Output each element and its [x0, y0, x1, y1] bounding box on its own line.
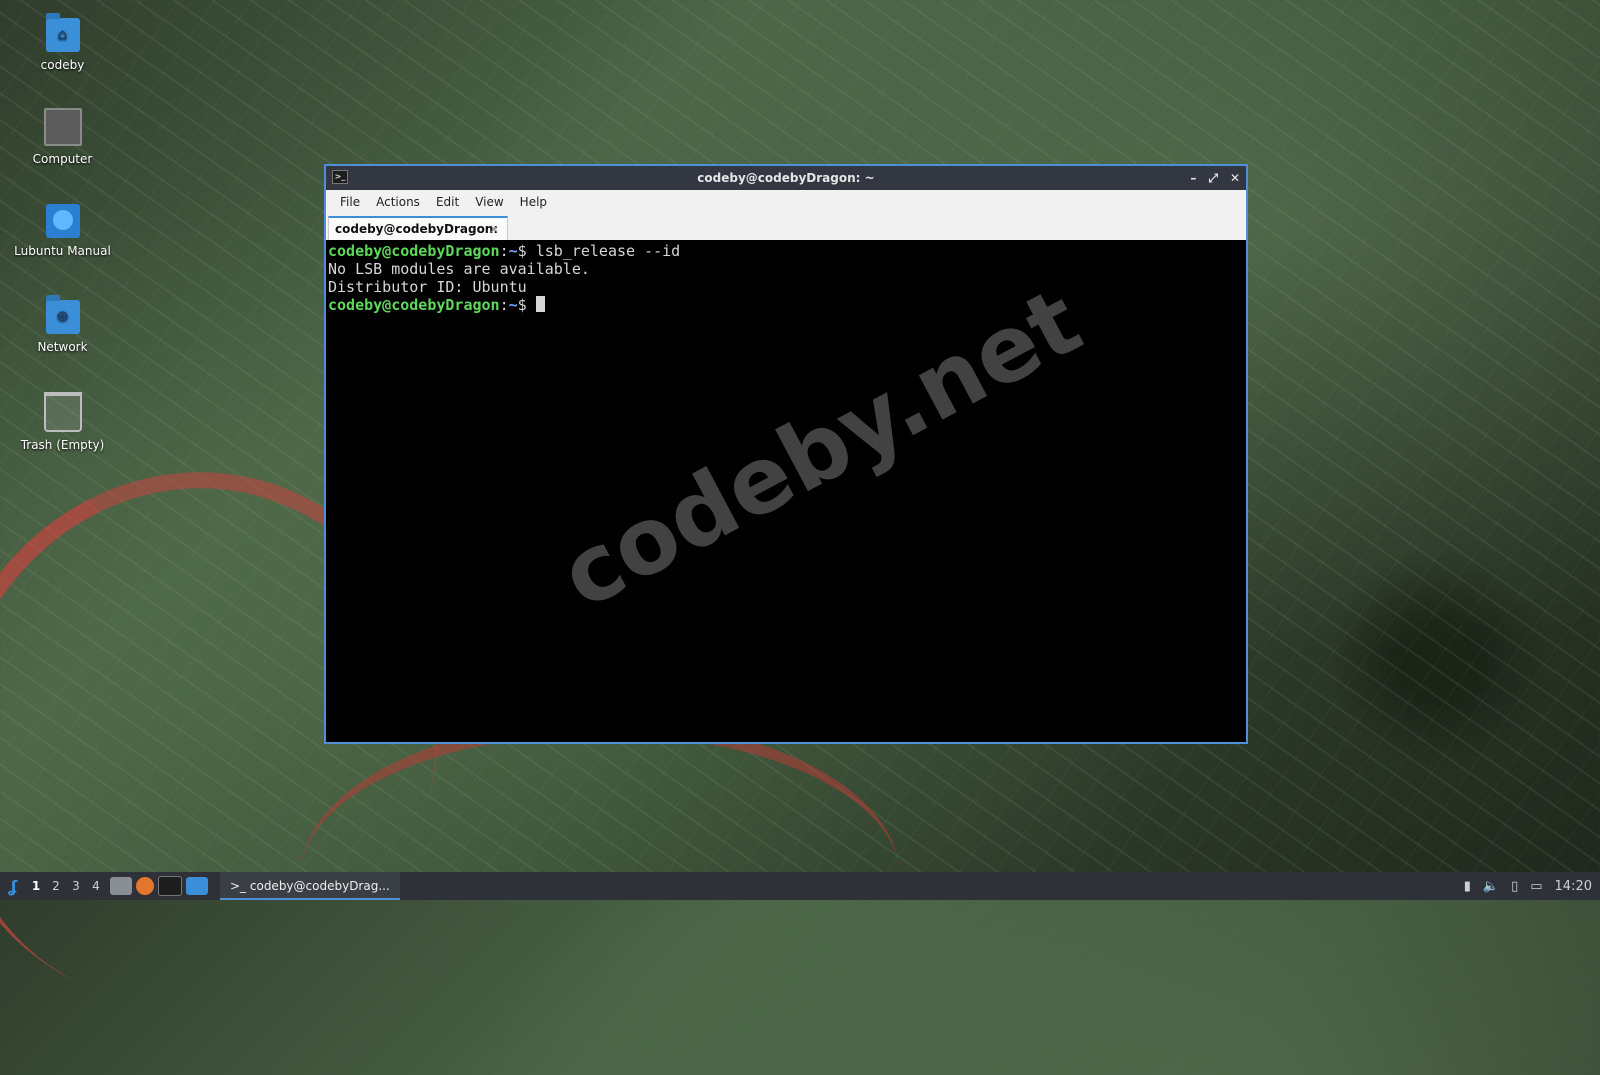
manual-icon [45, 204, 80, 238]
command-text: lsb_release --id [535, 242, 681, 260]
network-icon[interactable]: ▭ [1530, 879, 1542, 894]
desktop-icon-trash[interactable]: Trash (Empty) [10, 392, 115, 452]
workspace-1[interactable]: 1 [26, 879, 46, 893]
taskbar: ʆ 1 2 3 4 >_ codeby@codebyDrag... ▮ 🔈 ▯ … [0, 872, 1600, 900]
desktop-icon-label: Network [37, 340, 88, 354]
maximize-button[interactable]: ⤢ [1208, 166, 1218, 190]
desktop-icon-home[interactable]: ⌂ codeby [10, 13, 115, 72]
desktop-icon-computer[interactable]: Computer [10, 108, 115, 166]
window-titlebar[interactable]: >_ codeby@codebyDragon: ~ – ⤢ ✕ [326, 166, 1246, 190]
prompt-path: ~ [508, 242, 518, 260]
show-desktop-icon[interactable] [186, 877, 208, 895]
terminal-line: No LSB modules are available. [328, 260, 590, 278]
workspace-3[interactable]: 3 [66, 879, 86, 893]
terminal-line: codeby@codebyDragon:~$ lsb_release --id [328, 242, 1244, 260]
prompt-user: codeby@codebyDragon [328, 242, 500, 260]
desktop-icon-network[interactable]: ⊕ Network [10, 295, 115, 354]
prompt-path: ~ [508, 296, 518, 314]
terminal-output[interactable]: codeby@codebyDragon:~$ lsb_release --id … [326, 240, 1246, 742]
tab-bar: codeby@codebyDragon: ~ × [326, 214, 1246, 258]
taskbar-task-terminal[interactable]: >_ codeby@codebyDrag... [220, 872, 400, 900]
menu-bar: File Actions Edit View Help [326, 190, 1246, 214]
clipboard-icon[interactable]: ▯ [1511, 879, 1518, 894]
home-folder-icon: ⌂ [45, 13, 80, 52]
menu-actions[interactable]: Actions [368, 195, 428, 209]
desktop-icon-label: Trash (Empty) [20, 438, 105, 452]
desktop-icon-label: Computer [32, 152, 93, 166]
computer-icon [43, 108, 82, 146]
terminal-icon: >_ [332, 170, 348, 184]
minimize-button[interactable]: – [1190, 166, 1196, 190]
menu-view[interactable]: View [467, 195, 511, 209]
watermark: codeby.net [544, 267, 1098, 630]
system-tray: ▮ 🔈 ▯ ▭ 14:20 [1464, 879, 1600, 894]
menu-file[interactable]: File [332, 195, 368, 209]
prompt-symbol: $ [517, 242, 536, 260]
clock[interactable]: 14:20 [1555, 879, 1592, 894]
window-title: codeby@codebyDragon: ~ [697, 171, 875, 185]
trash-icon [43, 392, 82, 432]
terminal-launcher-icon[interactable] [158, 876, 182, 896]
terminal-icon: >_ [230, 879, 250, 893]
task-label: codeby@codebyDrag... [249, 879, 390, 893]
prompt-symbol: $ [517, 296, 536, 314]
desktop-icon-manual[interactable]: Lubuntu Manual [10, 204, 115, 258]
network-folder-icon: ⊕ [45, 295, 80, 334]
workspace-4[interactable]: 4 [86, 879, 106, 893]
file-manager-icon[interactable] [110, 877, 132, 895]
start-menu-icon[interactable]: ʆ [0, 877, 26, 896]
text-cursor [535, 296, 545, 312]
tab-terminal[interactable]: codeby@codebyDragon: ~ × [328, 216, 508, 258]
prompt-sep: : [499, 242, 509, 260]
menu-edit[interactable]: Edit [428, 195, 467, 209]
terminal-window[interactable]: >_ codeby@codebyDragon: ~ – ⤢ ✕ File Act… [324, 164, 1248, 744]
volume-icon[interactable]: 🔈 [1483, 879, 1499, 894]
tab-close-icon[interactable]: × [489, 218, 499, 240]
desktop-icon-label: Lubuntu Manual [14, 244, 111, 258]
keyboard-layout-icon[interactable]: ▮ [1464, 879, 1471, 894]
terminal-line: Distributor ID: Ubuntu [328, 278, 527, 296]
prompt-sep: : [499, 296, 509, 314]
desktop-icon-label: codeby [40, 58, 85, 72]
firefox-icon[interactable] [136, 877, 154, 895]
workspace-2[interactable]: 2 [46, 879, 66, 893]
prompt-user: codeby@codebyDragon [328, 296, 500, 314]
terminal-line: codeby@codebyDragon:~$ [328, 296, 1244, 314]
menu-help[interactable]: Help [512, 195, 555, 209]
close-button[interactable]: ✕ [1230, 166, 1240, 190]
